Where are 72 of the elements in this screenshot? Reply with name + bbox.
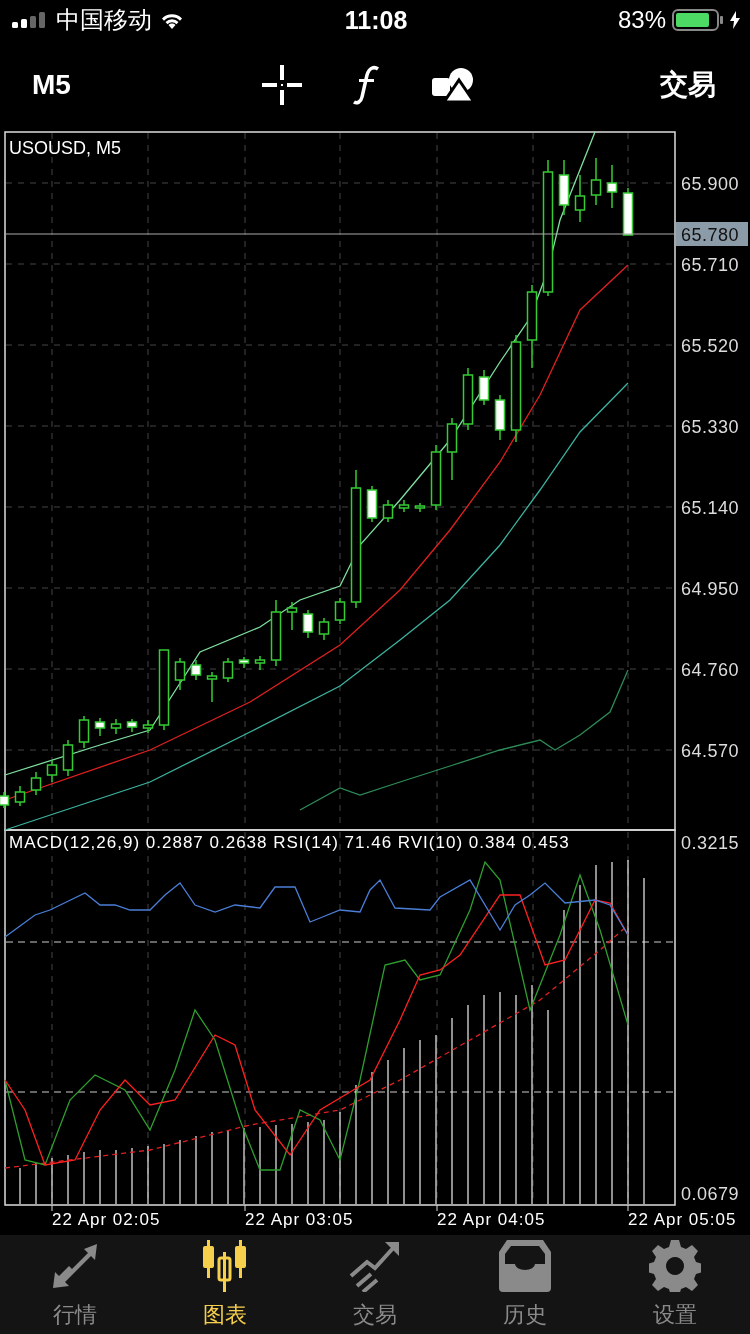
candlestick bbox=[430, 444, 442, 511]
candlestick bbox=[366, 485, 378, 523]
clock-time: 11:08 bbox=[344, 5, 408, 35]
candlestick bbox=[590, 157, 602, 206]
candlestick bbox=[30, 771, 42, 796]
candlestick bbox=[622, 187, 634, 236]
candlestick bbox=[286, 601, 298, 631]
candlestick bbox=[190, 659, 202, 681]
price-tick: 65.520 bbox=[681, 336, 740, 356]
candlestick bbox=[334, 597, 346, 625]
candlestick bbox=[62, 739, 74, 777]
candlestick bbox=[238, 656, 250, 669]
tab-bar-item[interactable]: 历史 bbox=[450, 1235, 600, 1334]
candlestick bbox=[174, 657, 186, 691]
time-label: 22 Apr 05:05 bbox=[628, 1210, 737, 1229]
signal-icon bbox=[12, 12, 48, 28]
candlestick bbox=[78, 715, 90, 749]
battery-icon bbox=[672, 9, 724, 31]
carrier-name: 中国移动 bbox=[56, 5, 152, 35]
price-tick: 65.140 bbox=[681, 498, 740, 518]
indicator-label: MACD(12,26,9) 0.2887 0.2638 RSI(14) 71.46 RVI(10) 0.384 0.453 bbox=[9, 833, 570, 852]
time-label: 22 Apr 04:05 bbox=[437, 1210, 546, 1229]
candlestick bbox=[478, 369, 490, 406]
time-label: 22 Apr 03:05 bbox=[245, 1210, 354, 1229]
charging-bolt-icon bbox=[730, 11, 740, 29]
candlestick bbox=[494, 394, 506, 441]
price-tick: 65.330 bbox=[681, 417, 740, 437]
tab-bar-item[interactable]: 设置 bbox=[600, 1235, 750, 1334]
candlestick bbox=[222, 657, 234, 683]
tab-bar-item[interactable]: 交易 bbox=[300, 1235, 450, 1334]
battery-percent: 83% bbox=[617, 6, 666, 34]
candlestick bbox=[14, 785, 26, 807]
tab-bar-item[interactable]: 图表 bbox=[150, 1235, 300, 1334]
trade-button[interactable]: 交易 bbox=[660, 66, 716, 104]
tab-bar-item[interactable]: 行情 bbox=[0, 1235, 150, 1334]
candlestick bbox=[398, 499, 410, 513]
shapes-icon[interactable] bbox=[432, 68, 474, 102]
candlestick bbox=[270, 599, 282, 667]
price-tick: 64.570 bbox=[681, 741, 740, 761]
function-icon[interactable] bbox=[352, 65, 380, 105]
trend-arrow-icon bbox=[349, 1240, 401, 1292]
candlestick bbox=[558, 159, 570, 216]
candlestick bbox=[110, 718, 122, 735]
candlestick bbox=[302, 609, 314, 639]
candlestick bbox=[318, 617, 330, 641]
candlestick bbox=[574, 174, 586, 223]
candlestick bbox=[254, 655, 266, 671]
candlestick bbox=[446, 417, 458, 481]
candlestick bbox=[606, 164, 618, 209]
candlestick bbox=[126, 718, 138, 733]
price-tick: 65.710 bbox=[681, 255, 740, 275]
settings-icon bbox=[649, 1240, 701, 1292]
candlestick bbox=[462, 367, 474, 431]
candlestick bbox=[94, 717, 106, 737]
candlestick bbox=[382, 499, 394, 523]
inbox-icon bbox=[499, 1240, 551, 1292]
wifi-icon bbox=[160, 11, 184, 29]
indicator-tick: 0.0679 bbox=[681, 1184, 740, 1204]
price-tick: 65.900 bbox=[681, 174, 740, 194]
indicator-tick: 0.3215 bbox=[681, 833, 740, 853]
crosshair-icon[interactable] bbox=[262, 65, 302, 105]
symbol-label: USOUSD, M5 bbox=[9, 138, 122, 158]
candlestick bbox=[46, 759, 58, 783]
price-tick: 64.760 bbox=[681, 660, 740, 680]
candlestick bbox=[206, 671, 218, 703]
time-label: 22 Apr 02:05 bbox=[52, 1210, 161, 1229]
candlestick bbox=[0, 791, 10, 809]
current-price-label: 65.780 bbox=[676, 222, 748, 246]
candlestick bbox=[142, 719, 154, 734]
price-tick: 64.950 bbox=[681, 579, 740, 599]
timeframe-label[interactable]: M5 bbox=[32, 69, 262, 101]
candlestick bbox=[414, 502, 426, 513]
